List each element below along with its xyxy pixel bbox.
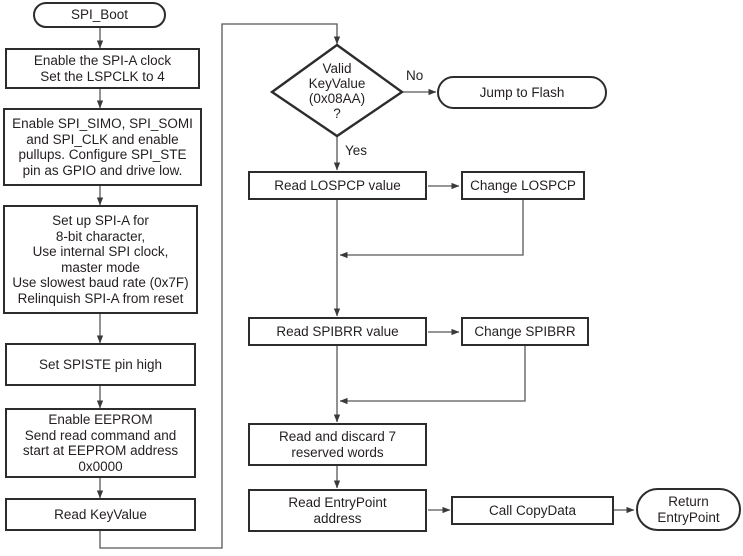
node-return-entrypoint[interactable]: Return EntryPoint [636, 488, 741, 531]
edge-change-lospcp-merge [339, 200, 524, 259]
flowchart-canvas: SPI_Boot Enable the SPI-A clock Set the … [0, 0, 743, 556]
node-call-copydata[interactable]: Call CopyData [451, 496, 614, 525]
node-valid-keyvalue-decision[interactable]: Valid KeyValue (0x08AA) ? [272, 45, 402, 137]
edge-label-yes: Yes [345, 143, 368, 158]
node-read-lospcp-value[interactable]: Read LOSPCP value [248, 171, 427, 200]
node-read-discard-reserved-words[interactable]: Read and discard 7 reserved words [248, 423, 427, 466]
node-spi-boot[interactable]: SPI_Boot [33, 2, 166, 28]
decision-label: Valid KeyValue (0x08AA) ? [308, 61, 366, 121]
node-change-lospcp[interactable]: Change LOSPCP [461, 171, 585, 200]
node-enable-spi-pins[interactable]: Enable SPI_SIMO, SPI_SOMI and SPI_CLK an… [3, 108, 202, 186]
node-read-spibrr-value[interactable]: Read SPIBRR value [248, 317, 427, 346]
edge-label-no: No [406, 68, 424, 83]
node-jump-to-flash[interactable]: Jump to Flash [437, 76, 607, 109]
node-read-keyvalue[interactable]: Read KeyValue [5, 498, 196, 531]
node-enable-eeprom[interactable]: Enable EEPROM Send read command and star… [5, 408, 196, 478]
node-enable-spia-clock[interactable]: Enable the SPI-A clock Set the LSPCLK to… [5, 48, 200, 89]
node-set-spiste-pin-high[interactable]: Set SPISTE pin high [5, 343, 196, 386]
edge-change-spibrr-merge [339, 346, 526, 405]
node-read-entrypoint-address[interactable]: Read EntryPoint address [248, 489, 427, 532]
node-setup-spia[interactable]: Set up SPI-A for 8-bit character, Use in… [3, 205, 198, 314]
node-change-spibrr[interactable]: Change SPIBRR [461, 317, 589, 346]
